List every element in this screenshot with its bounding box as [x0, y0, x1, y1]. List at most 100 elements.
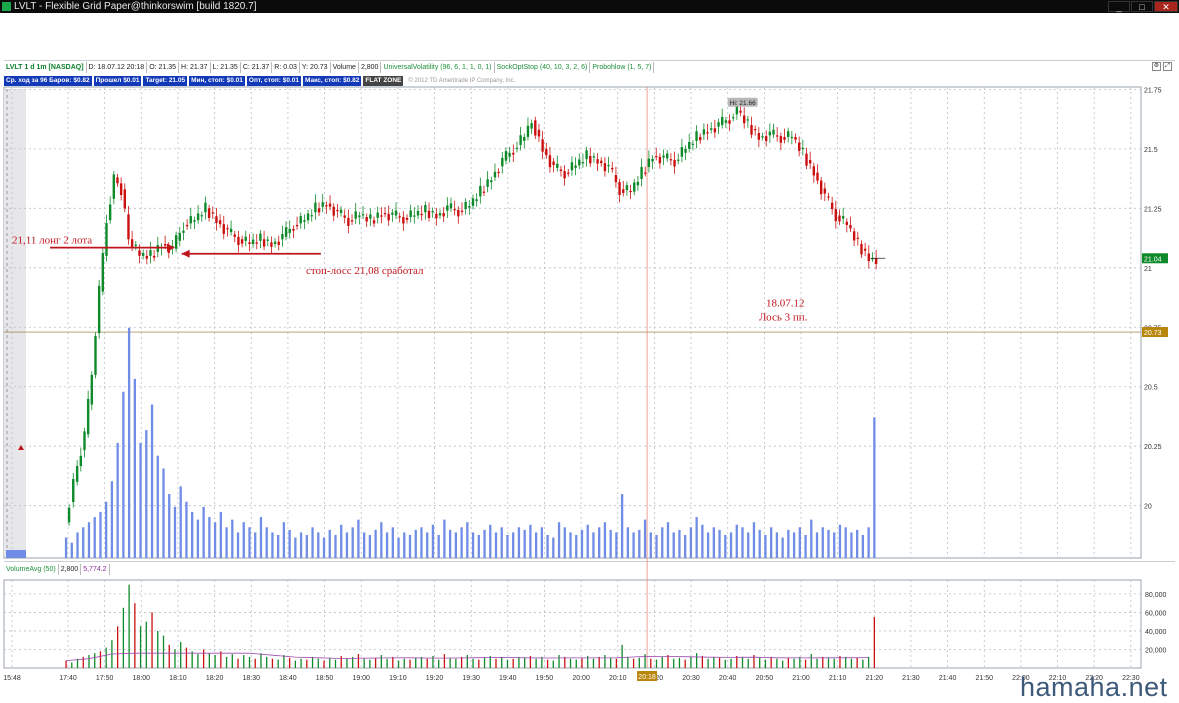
volume-overlay-bar — [414, 529, 417, 558]
volume-overlay-bar — [867, 527, 870, 558]
candle-body — [772, 129, 775, 135]
candle-body — [808, 159, 812, 164]
volume-bar — [472, 658, 474, 668]
volume-bar — [369, 659, 371, 668]
volume-overlay-bar — [609, 529, 612, 558]
chart-expand-icon[interactable]: ⤢ — [1163, 62, 1172, 71]
volume-bar — [168, 644, 170, 668]
study-universal-volatility[interactable]: UniversalVolatility (96, 6, 1, 1, 0, 1) — [381, 61, 495, 73]
candle-body — [611, 167, 614, 170]
volume-overlay-bar — [856, 529, 859, 558]
candle-body — [556, 163, 559, 168]
volume-overlay-bar — [517, 527, 521, 558]
volume-overlay-bar — [368, 534, 372, 558]
volume-overlay-bar — [391, 527, 394, 558]
volume-bar — [277, 659, 279, 668]
study-sockoptstop[interactable]: SockOptStop (40, 10, 3, 2, 6) — [494, 61, 591, 73]
candle-body — [211, 212, 214, 214]
volume-overlay-bar — [460, 527, 463, 558]
candle-body — [739, 110, 742, 113]
candle-body — [724, 120, 728, 123]
time-tick-label: 19:50 — [536, 675, 554, 682]
candle-body — [801, 147, 805, 150]
volume-overlay-bar — [242, 522, 245, 558]
volume-bar — [667, 655, 669, 668]
volume-overlay-bar — [540, 527, 544, 558]
time-tick-label: 20:50 — [756, 675, 774, 682]
candle-body — [317, 208, 321, 213]
candle-body — [343, 215, 346, 218]
volume-overlay-bar — [724, 534, 727, 558]
volume-overlay-bar — [598, 527, 601, 558]
volume-bar — [334, 659, 337, 668]
candle-body — [644, 172, 647, 174]
candle-body — [779, 136, 783, 143]
volume-bar — [311, 656, 314, 668]
volume-overlay-bar — [833, 532, 836, 558]
candle-body — [130, 239, 134, 248]
candle-body — [83, 431, 86, 451]
time-tick-label: 20:30 — [682, 675, 700, 682]
volume-overlay-bar — [454, 532, 458, 558]
volume-bar — [541, 656, 543, 668]
volume-bar — [403, 658, 405, 668]
volume-bar — [535, 658, 537, 668]
candle-body — [306, 213, 310, 221]
volume-overlay-bar — [179, 486, 182, 558]
volume-bar — [764, 659, 767, 668]
volume-overlay-bar — [426, 532, 429, 558]
volume-overlay-bar — [804, 534, 807, 558]
candle-body — [248, 242, 251, 244]
study-volumeavg[interactable]: VolumeAvg (50) — [4, 564, 59, 575]
candle-body — [185, 224, 189, 227]
candle-body — [636, 181, 640, 186]
volume-bar — [718, 657, 721, 668]
candle-body — [277, 241, 280, 245]
volume-overlay-bar — [185, 501, 188, 558]
volume-bar — [105, 647, 107, 668]
candle-body — [123, 189, 127, 209]
flat-zone-badge: FLAT ZONE — [363, 75, 404, 86]
candle-body — [702, 129, 706, 135]
chart-canvas[interactable]: 21.7521.521.252120.7520.520.252080,00060… — [0, 0, 1179, 700]
order-info-bar: Ср. ход за 96 Баров: $0.82 Прошел $0.01 … — [4, 75, 515, 86]
candle-body — [578, 159, 581, 166]
volume-bar — [415, 657, 417, 668]
candle-body — [145, 255, 148, 259]
volume-bar — [329, 657, 331, 668]
volume-bar — [231, 654, 233, 668]
volume-overlay-bar — [655, 534, 658, 558]
volume-overlay-bar — [770, 527, 773, 558]
candle-body — [662, 155, 665, 158]
time-tick-label: 21:00 — [792, 675, 810, 682]
volume-bar — [174, 649, 176, 668]
candle-body — [570, 162, 574, 171]
volume-overlay-bar — [437, 534, 440, 558]
volume-overlay-bar — [638, 529, 641, 558]
candle-body — [541, 139, 544, 152]
candle-body — [677, 159, 680, 161]
volume-bar — [787, 657, 790, 668]
candle-body — [420, 213, 423, 216]
price-tick-label: 20 — [1144, 504, 1152, 511]
candle-body — [622, 189, 625, 193]
candle-body — [336, 209, 339, 212]
candle-body — [673, 159, 676, 167]
symbol-label[interactable]: LVLT 1 d 1m [NASDAQ] — [4, 61, 87, 73]
volume-overlay-bar — [729, 532, 733, 558]
study-probohlow[interactable]: Probohlow (1, 5, 7) — [590, 61, 655, 73]
volume-bar — [248, 656, 251, 668]
candle-body — [196, 213, 200, 221]
chart-settings-icon[interactable]: ⚙ — [1152, 62, 1161, 71]
price-tick-label: 20.5 — [1144, 385, 1158, 392]
time-tick-label: 19:10 — [389, 675, 407, 682]
time-tick-label: 19:20 — [426, 675, 444, 682]
volume-bar — [638, 657, 640, 668]
candle-body — [629, 190, 632, 193]
volume-bar — [730, 658, 732, 668]
candle-body — [742, 115, 746, 124]
candle-body — [753, 129, 757, 131]
volume-current: 2,800 — [58, 564, 82, 575]
candle-body — [369, 214, 372, 219]
candle-body — [435, 213, 438, 219]
